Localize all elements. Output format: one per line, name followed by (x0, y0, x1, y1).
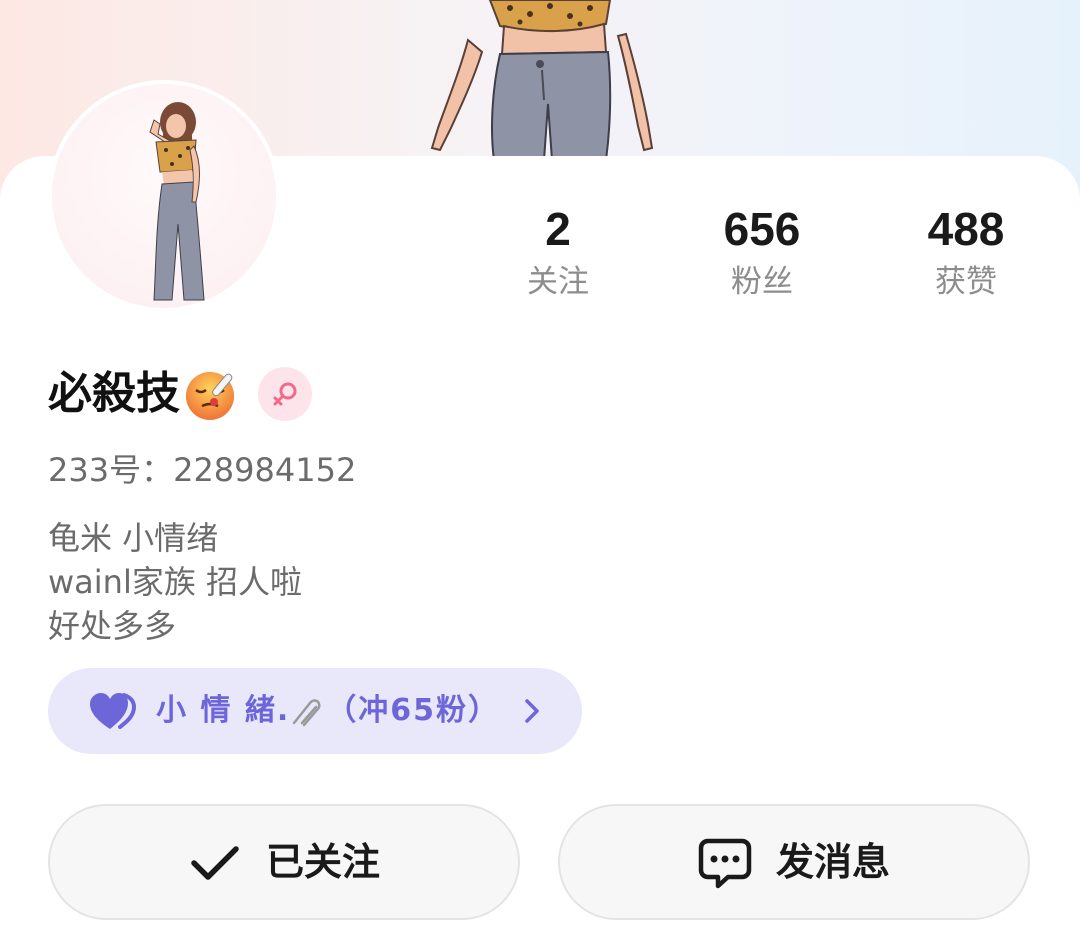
stat-following[interactable]: 2 关注 (456, 200, 660, 302)
fan-group-name: 小 情 緒. （冲65粉） (156, 691, 500, 731)
avatar[interactable] (48, 80, 280, 312)
profile-uid: 233号：228984152 (48, 451, 357, 489)
profile-name-row: 必殺技 (48, 364, 312, 424)
paperclip-icon (293, 698, 321, 726)
profile-name: 必殺技 (48, 368, 180, 419)
following-button-label: 已关注 (265, 840, 380, 884)
stat-followers[interactable]: 656 粉丝 (660, 200, 864, 302)
heart-icon (90, 693, 137, 729)
send-message-button[interactable]: 发消息 (558, 804, 1030, 920)
profile-page: 2 关注 656 粉丝 488 获赞 必殺技 233号：228984152 龟米… (0, 0, 1080, 952)
chat-bubble-icon (698, 838, 752, 889)
stat-following-label: 关注 (527, 264, 589, 300)
banner-character-image (430, 0, 654, 160)
profile-bio: 龟米 小情绪 wainl家族 招人啦 好处多多 (48, 516, 302, 648)
fan-group-tag[interactable]: 小 情 緒. （冲65粉） (48, 668, 582, 754)
gender-female-badge (258, 367, 312, 421)
female-symbol-icon (273, 382, 297, 406)
fan-group-title: 小 情 緒. (156, 693, 291, 728)
stat-likes-value: 488 (927, 203, 1005, 255)
avatar-character-image (149, 102, 205, 301)
following-button[interactable]: 已关注 (48, 804, 520, 920)
bio-line: 龟米 小情绪 (48, 519, 219, 557)
profile-stats: 2 关注 656 粉丝 488 获赞 (456, 200, 1068, 302)
fan-group-suffix: （冲65粉） (326, 693, 501, 728)
send-message-button-label: 发消息 (775, 840, 890, 884)
face-with-thermometer-emoji-icon (186, 372, 234, 420)
chevron-right-icon (525, 699, 539, 723)
stat-followers-value: 656 (723, 203, 801, 255)
stat-likes-label: 获赞 (935, 264, 997, 300)
bio-line: wainl家族 招人啦 (48, 563, 303, 601)
stat-followers-label: 粉丝 (731, 264, 793, 300)
checkmark-icon (191, 846, 239, 880)
bio-line: 好处多多 (48, 607, 177, 645)
stat-likes[interactable]: 488 获赞 (864, 200, 1068, 302)
stat-following-value: 2 (545, 203, 571, 255)
